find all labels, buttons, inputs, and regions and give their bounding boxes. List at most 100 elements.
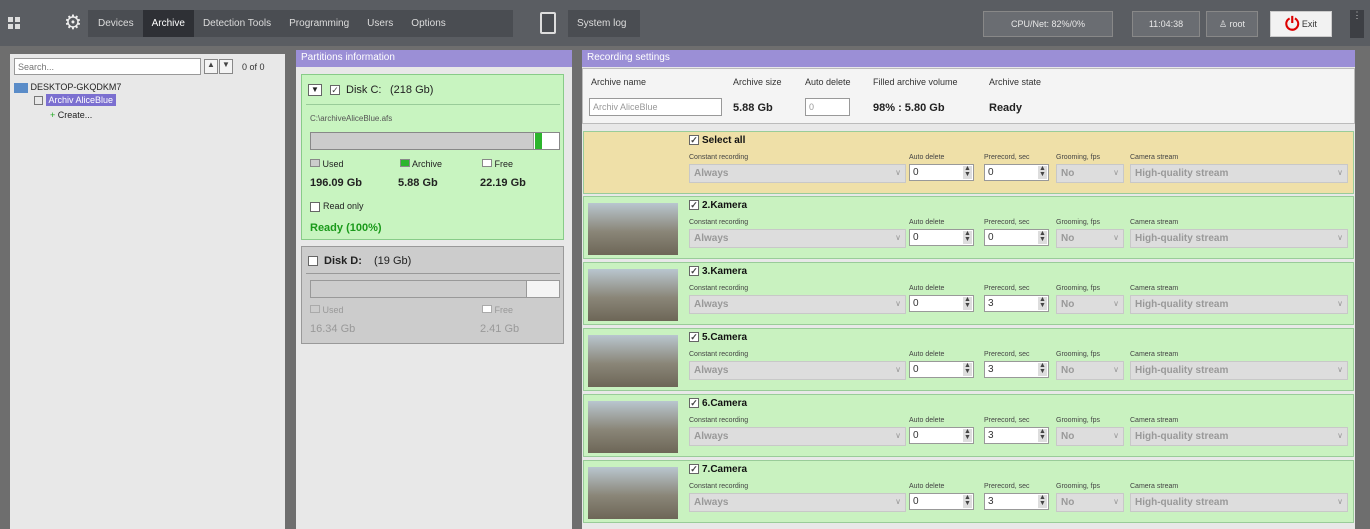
grooming-select[interactable]: No ∨: [1056, 361, 1124, 380]
chevron-down-icon: ∨: [1337, 431, 1343, 440]
system-log-icon[interactable]: [540, 12, 556, 34]
spinner-icon[interactable]: ▲ ▼: [1038, 230, 1047, 244]
spinner-icon[interactable]: ▲ ▼: [963, 230, 972, 244]
spinner-icon[interactable]: ▲ ▼: [1038, 428, 1047, 442]
camera-stream-select[interactable]: High-quality stream ∨: [1130, 361, 1348, 380]
prerecord-stepper[interactable]: 3 ▲ ▼: [984, 295, 1049, 312]
spinner-icon[interactable]: ▲ ▼: [1038, 296, 1047, 310]
grooming-select[interactable]: No ∨: [1056, 493, 1124, 512]
grooming-label: Grooming, fps: [1056, 483, 1100, 490]
spinner-icon[interactable]: ▲ ▼: [1038, 165, 1047, 179]
camera-stream-select[interactable]: High-quality stream ∨: [1130, 295, 1348, 314]
col-archive-size: Archive size: [733, 77, 782, 87]
tab-options[interactable]: Options: [402, 10, 454, 37]
prerecord-stepper[interactable]: 3 ▲ ▼: [984, 493, 1049, 510]
disk-c-expand-button[interactable]: ▼: [308, 84, 322, 96]
chevron-down-icon: ∨: [895, 431, 901, 440]
auto-delete-stepper[interactable]: 0 ▲ ▼: [909, 493, 974, 510]
camera-name[interactable]: ✓ Select all: [689, 135, 745, 146]
recording-mode-select[interactable]: Always ∨: [689, 229, 906, 248]
disk-c-checkbox[interactable]: ✓: [330, 85, 340, 95]
auto-delete-stepper[interactable]: 0 ▲ ▼: [909, 295, 974, 312]
prerecord-stepper[interactable]: 3 ▲ ▼: [984, 361, 1049, 378]
tab-detection-tools[interactable]: Detection Tools: [194, 10, 280, 37]
disk-d-checkbox[interactable]: [308, 256, 318, 266]
tree-node-archive[interactable]: Archiv AliceBlue: [34, 94, 117, 106]
grooming-select[interactable]: No ∨: [1056, 164, 1124, 183]
free-swatch-icon: [482, 305, 492, 313]
spinner-icon[interactable]: ▲ ▼: [963, 428, 972, 442]
camera-checkbox[interactable]: ✓: [689, 464, 699, 475]
system-log-button[interactable]: System log: [568, 10, 635, 37]
grooming-value: No: [1061, 497, 1075, 508]
auto-delete-input[interactable]: [805, 98, 850, 116]
recording-mode-select[interactable]: Always ∨: [689, 427, 906, 446]
grooming-select[interactable]: No ∨: [1056, 229, 1124, 248]
disk-d-name: Disk D:: [324, 255, 362, 267]
spinner-icon[interactable]: ▲ ▼: [963, 362, 972, 376]
camera-name[interactable]: ✓ 2.Kamera: [689, 200, 747, 211]
tree-node-computer[interactable]: DESKTOP-GKQDKM7: [14, 82, 121, 93]
auto-delete-stepper[interactable]: 0 ▲ ▼: [909, 229, 974, 246]
settings-gear-icon[interactable]: ⚙: [58, 10, 88, 36]
tab-archive[interactable]: Archive: [142, 10, 194, 37]
prerecord-value: 0: [988, 232, 994, 243]
recording-mode-select[interactable]: Always ∨: [689, 493, 906, 512]
auto-delete-value: 0: [913, 364, 919, 375]
free-swatch-icon: [482, 159, 492, 167]
grooming-select[interactable]: No ∨: [1056, 427, 1124, 446]
auto-delete-label: Auto delete: [909, 417, 945, 424]
auto-delete-stepper[interactable]: 0 ▲ ▼: [909, 164, 974, 181]
read-only-checkbox[interactable]: Read only: [310, 201, 364, 212]
camera-stream-label: Camera stream: [1130, 154, 1179, 161]
prerecord-label: Prerecord, sec: [984, 285, 1030, 292]
grid-menu-icon[interactable]: [8, 17, 20, 29]
archive-name-input[interactable]: [589, 98, 722, 116]
camera-stream-select[interactable]: High-quality stream ∨: [1130, 427, 1348, 446]
spinner-icon[interactable]: ▲ ▼: [963, 494, 972, 508]
tab-devices[interactable]: Devices: [88, 10, 143, 37]
user-button[interactable]: ♙ root: [1206, 11, 1258, 37]
exit-button[interactable]: ⏻ Exit: [1270, 11, 1332, 37]
recording-mode-select[interactable]: Always ∨: [689, 164, 906, 183]
prerecord-stepper[interactable]: 0 ▲ ▼: [984, 164, 1049, 181]
tab-programming[interactable]: Programming: [280, 10, 358, 37]
spinner-icon[interactable]: ▲ ▼: [1038, 494, 1047, 508]
camera-checkbox[interactable]: ✓: [689, 266, 699, 277]
spinner-icon[interactable]: ▲ ▼: [963, 296, 972, 310]
camera-name[interactable]: ✓ 5.Camera: [689, 332, 747, 343]
tree-node-create[interactable]: + Create...: [50, 110, 92, 120]
prerecord-stepper[interactable]: 3 ▲ ▼: [984, 427, 1049, 444]
camera-checkbox[interactable]: ✓: [689, 135, 699, 146]
spinner-icon[interactable]: ▲ ▼: [1038, 362, 1047, 376]
auto-delete-stepper[interactable]: 0 ▲ ▼: [909, 427, 974, 444]
camera-name[interactable]: ✓ 6.Camera: [689, 398, 747, 409]
window-menu-icon[interactable]: ⋮: [1350, 10, 1364, 38]
prev-result-button[interactable]: ▲: [204, 59, 218, 74]
search-input[interactable]: [14, 58, 201, 75]
recording-mode-select[interactable]: Always ∨: [689, 361, 906, 380]
camera-checkbox[interactable]: ✓: [689, 332, 699, 343]
auto-delete-stepper[interactable]: 0 ▲ ▼: [909, 361, 974, 378]
prerecord-stepper[interactable]: 0 ▲ ▼: [984, 229, 1049, 246]
auto-delete-value: 0: [913, 298, 919, 309]
camera-checkbox[interactable]: ✓: [689, 200, 699, 211]
disk-c-status: Ready (100%): [310, 222, 382, 234]
camera-row: ✓ 6.Camera Constant recording Auto delete…: [583, 394, 1354, 457]
tab-users[interactable]: Users: [358, 10, 402, 37]
camera-stream-value: High-quality stream: [1135, 233, 1229, 244]
col-auto-delete: Auto delete: [805, 77, 851, 87]
camera-name[interactable]: ✓ 7.Camera: [689, 464, 747, 475]
camera-checkbox[interactable]: ✓: [689, 398, 699, 409]
camera-stream-select[interactable]: High-quality stream ∨: [1130, 229, 1348, 248]
recording-mode-select[interactable]: Always ∨: [689, 295, 906, 314]
disk-c-size: (218 Gb): [390, 84, 434, 96]
camera-name[interactable]: ✓ 3.Kamera: [689, 266, 747, 277]
camera-stream-value: High-quality stream: [1135, 365, 1229, 376]
camera-stream-select[interactable]: High-quality stream ∨: [1130, 493, 1348, 512]
next-result-button[interactable]: ▼: [219, 59, 233, 74]
grooming-select[interactable]: No ∨: [1056, 295, 1124, 314]
spinner-icon[interactable]: ▲ ▼: [963, 165, 972, 179]
camera-stream-select[interactable]: High-quality stream ∨: [1130, 164, 1348, 183]
chevron-down-icon: ∨: [1337, 168, 1343, 177]
